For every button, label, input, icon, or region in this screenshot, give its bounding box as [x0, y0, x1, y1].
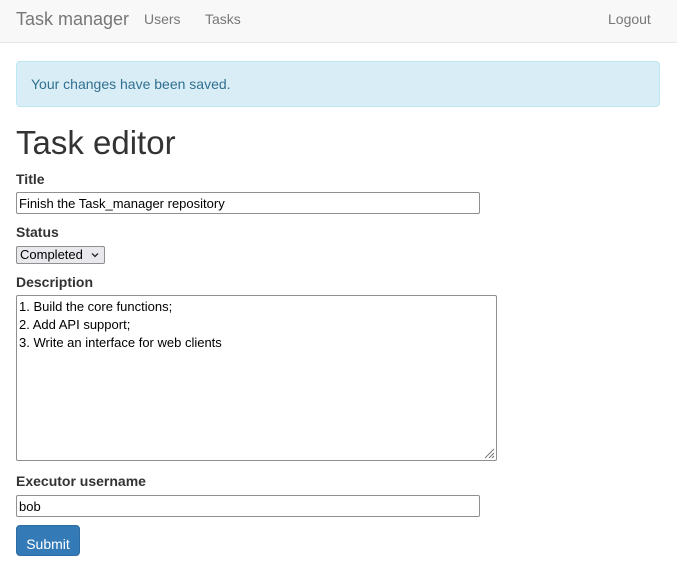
status-select-value: Completed [20, 247, 83, 262]
title-label: Title [16, 171, 45, 187]
nav-link-logout[interactable]: Logout [608, 11, 651, 27]
status-select[interactable]: Completed [16, 246, 105, 264]
status-label: Status [16, 224, 59, 240]
navbar-brand[interactable]: Task manager [16, 9, 129, 29]
nav-link-tasks[interactable]: Tasks [205, 11, 241, 27]
submit-button[interactable]: Submit [16, 525, 80, 556]
chevron-down-icon [91, 253, 99, 258]
page-title: Task editor [16, 124, 176, 161]
resize-grip-icon[interactable] [482, 446, 495, 459]
description-line: 1. Build the core functions; [19, 299, 173, 314]
description-line: 2. Add API support; [19, 317, 131, 332]
description-line: 3. Write an interface for web clients [19, 335, 222, 350]
navbar: Task manager Users Tasks Logout [0, 0, 677, 43]
description-textarea[interactable]: 1. Build the core functions; 2. Add API … [16, 295, 497, 461]
executor-label: Executor username [16, 473, 146, 489]
description-label: Description [16, 274, 94, 290]
alert-message: Your changes have been saved. [31, 76, 231, 92]
executor-input[interactable] [16, 495, 480, 517]
title-input[interactable] [16, 192, 480, 214]
nav-link-users[interactable]: Users [144, 11, 181, 27]
success-alert: Your changes have been saved. [16, 61, 660, 107]
